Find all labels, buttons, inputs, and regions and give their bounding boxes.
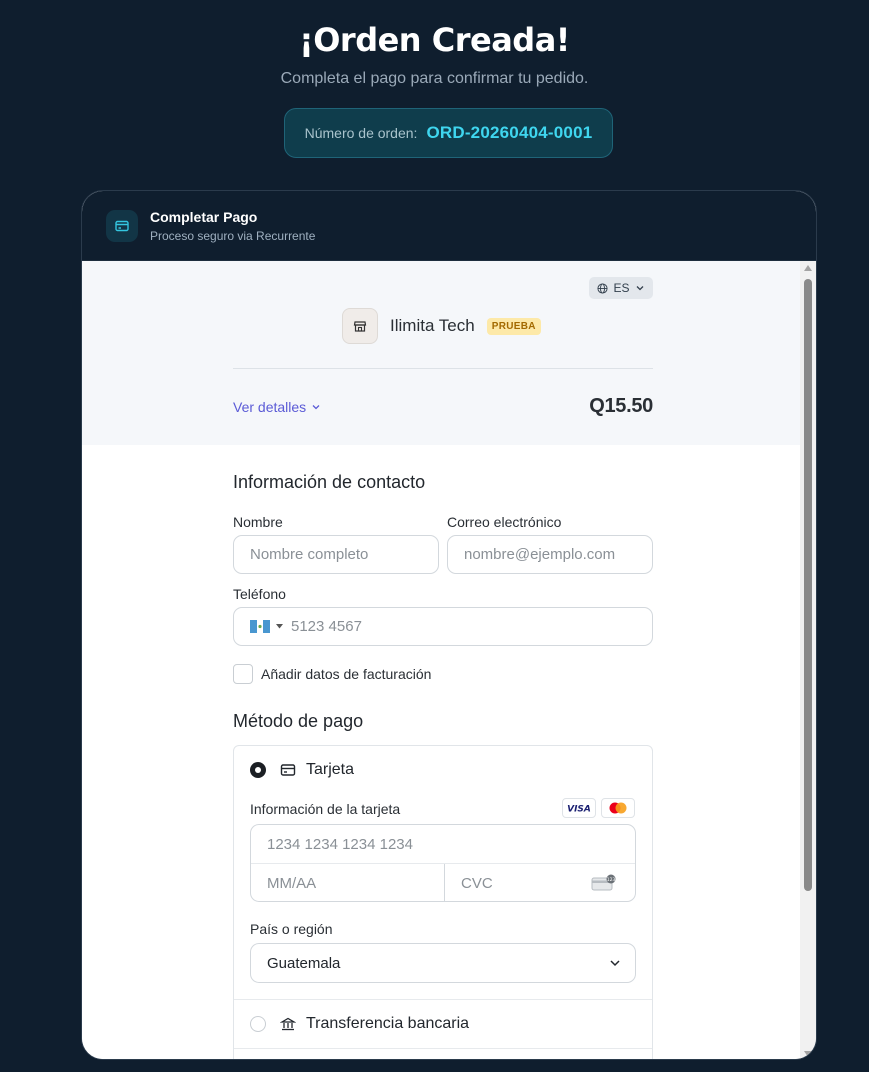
scroll-thumb[interactable]: [804, 279, 812, 891]
country-value: Guatemala: [267, 954, 341, 972]
payment-option-divider: [234, 999, 652, 1000]
phone-input[interactable]: 5123 4567: [233, 607, 653, 646]
phone-label: Teléfono: [233, 586, 286, 602]
credit-card-icon: [106, 209, 138, 242]
payment-modal: Completar Pago Proceso seguro via Recurr…: [81, 190, 817, 1060]
expiry-placeholder: MM/AA: [267, 875, 317, 892]
country-select[interactable]: Guatemala: [250, 943, 636, 983]
card-number-input[interactable]: 1234 1234 1234 1234: [251, 825, 635, 864]
modal-header: Completar Pago Proceso seguro via Recurr…: [82, 191, 816, 261]
page-subtitle: Completa el pago para confirmar tu pedid…: [280, 70, 589, 87]
test-mode-badge: PRUEBA: [486, 317, 541, 335]
modal-subtitle: Proceso seguro via Recurrente: [150, 228, 316, 243]
page-title: ¡Orden Creada!: [299, 21, 570, 59]
globe-icon: [597, 282, 609, 294]
bank-transfer-radio[interactable]: [250, 1016, 266, 1032]
chevron-down-icon: [312, 405, 320, 410]
svg-text:VISA: VISA: [567, 805, 591, 814]
order-number-label: Número de orden:: [304, 125, 418, 141]
checkout-scrollbar[interactable]: [800, 261, 816, 1059]
hero-header: ¡Orden Creada! Completa el pago para con…: [0, 0, 869, 88]
order-number-badge: Número de orden: ORD-20260404-0001: [284, 108, 613, 158]
order-total: Q15.50: [589, 395, 653, 417]
phone-placeholder: 5123 4567: [291, 618, 362, 635]
cvc-placeholder: CVC: [461, 875, 493, 892]
store-icon: [342, 308, 378, 344]
chevron-down-icon: [610, 960, 620, 967]
country-label: País o región: [250, 921, 333, 937]
billing-checkbox[interactable]: [233, 664, 253, 684]
visa-icon: VISA: [562, 798, 596, 818]
contact-section-title: Información de contacto: [233, 472, 426, 492]
order-summary: ES Ilimita Tech PRUEBA Ver detalles Q15.…: [82, 261, 802, 445]
hero: ¡Orden Creada! Completa el pago para con…: [0, 0, 869, 158]
name-placeholder: Nombre completo: [250, 546, 369, 563]
country-flag-selector[interactable]: [250, 620, 283, 633]
bank-transfer-label: Transferencia bancaria: [306, 1015, 470, 1032]
scroll-up-arrow[interactable]: [804, 265, 812, 271]
checkout-frame: ES Ilimita Tech PRUEBA Ver detalles Q15.…: [82, 261, 802, 1059]
name-label: Nombre: [233, 514, 283, 530]
email-input[interactable]: nombre@ejemplo.com: [447, 535, 653, 574]
modal-title: Completar Pago: [150, 208, 258, 225]
cvc-card-icon: 123: [591, 874, 616, 891]
card-radio[interactable]: [250, 762, 266, 778]
name-input[interactable]: Nombre completo: [233, 535, 439, 574]
merchant-name: Ilimita Tech: [390, 316, 475, 335]
view-details-link[interactable]: Ver detalles: [233, 399, 321, 415]
order-number-value: ORD-20260404-0001: [426, 123, 593, 142]
caret-down-icon: [276, 624, 283, 629]
guatemala-flag-icon: [250, 620, 270, 633]
chevron-down-icon: [636, 286, 643, 291]
summary-divider: [233, 368, 653, 369]
bank-icon: [280, 1017, 296, 1031]
payment-option-divider: [234, 1048, 652, 1049]
email-placeholder: nombre@ejemplo.com: [464, 546, 616, 563]
mastercard-icon: [601, 798, 635, 818]
merchant-info: Ilimita Tech PRUEBA: [342, 308, 541, 344]
language-selector[interactable]: ES: [589, 277, 653, 299]
credit-card-icon: [280, 764, 296, 776]
payment-methods: Tarjeta Información de la tarjeta VISA 1…: [233, 745, 653, 1059]
scroll-down-arrow[interactable]: [804, 1051, 812, 1057]
payment-section-title: Método de pago: [233, 711, 364, 731]
view-details-label: Ver detalles: [233, 399, 307, 415]
expiry-input[interactable]: MM/AA: [251, 864, 444, 901]
language-label: ES: [613, 281, 630, 295]
card-option-label: Tarjeta: [306, 761, 355, 778]
card-info-label: Información de la tarjeta: [250, 801, 401, 817]
modal-header-text: Completar Pago Proceso seguro via Recurr…: [150, 209, 315, 243]
card-number-placeholder: 1234 1234 1234 1234: [267, 836, 413, 853]
billing-checkbox-label: Añadir datos de facturación: [261, 666, 432, 682]
svg-text:123: 123: [607, 877, 616, 883]
email-label: Correo electrónico: [447, 514, 562, 530]
card-details-input: 1234 1234 1234 1234 MM/AA CVC 123: [250, 824, 636, 902]
